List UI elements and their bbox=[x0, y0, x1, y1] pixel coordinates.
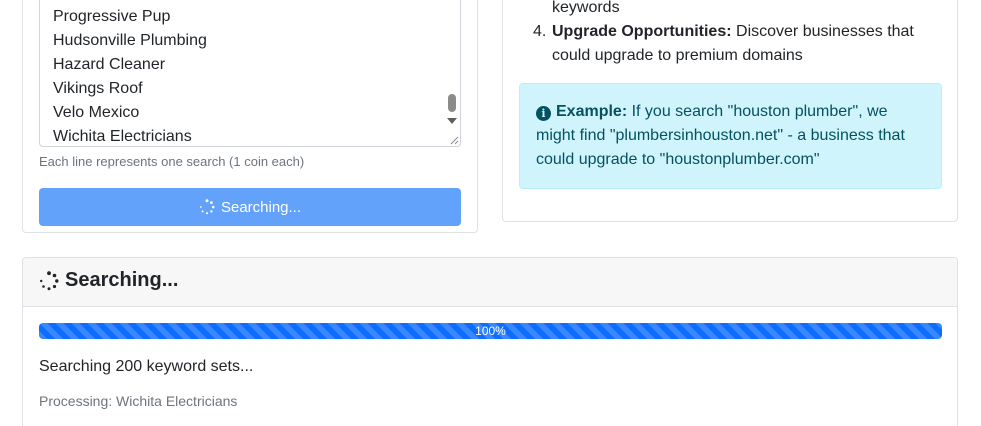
keyword-line: Hazard Cleaner bbox=[53, 56, 166, 73]
search-button[interactable]: Searching... bbox=[39, 188, 461, 226]
keywords-textarea[interactable]: Progressive Pup Hudsonville Plumbing Haz… bbox=[39, 0, 461, 147]
list-item-text: Discover businesses that bbox=[736, 23, 914, 40]
example-text-3: could upgrade to "houstonplumber.com" bbox=[536, 151, 820, 168]
search-status-title: Searching... bbox=[39, 269, 178, 292]
search-status-card: Searching... 100% Searching 200 keyword … bbox=[22, 257, 958, 426]
spinner-icon bbox=[40, 270, 59, 290]
keywords-card: Progressive Pup Hudsonville Plumbing Haz… bbox=[22, 0, 478, 233]
instructions-card: keywords 4. Upgrade Opportunities: Disco… bbox=[502, 0, 958, 222]
resize-grip-icon[interactable] bbox=[449, 135, 459, 145]
search-status-header: Searching... bbox=[23, 258, 957, 307]
list-item-continuation: keywords bbox=[552, 0, 620, 16]
search-status-title-text: Searching... bbox=[65, 269, 179, 291]
keyword-line: Wichita Electricians bbox=[53, 128, 192, 145]
progress-bar-track: 100% bbox=[39, 323, 942, 339]
example-text-2: might find "plumbersinhouston.net" - a b… bbox=[536, 127, 905, 144]
keyword-line: Hudsonville Plumbing bbox=[53, 32, 207, 49]
processing-text: Processing: Wichita Electricians bbox=[39, 393, 238, 409]
status-text: Searching 200 keyword sets... bbox=[39, 358, 254, 375]
list-item-number: 4. bbox=[533, 23, 547, 40]
keyword-line: Vikings Roof bbox=[53, 80, 143, 97]
keyword-line: Velo Mexico bbox=[53, 104, 140, 121]
example-label: Example: bbox=[556, 103, 628, 120]
scroll-down-arrow-icon[interactable] bbox=[447, 118, 457, 124]
keywords-help-text: Each line represents one search (1 coin … bbox=[39, 154, 305, 169]
example-text-1: If you search "houston plumber", we bbox=[631, 103, 888, 120]
search-button-label: Searching... bbox=[220, 198, 302, 216]
list-item-title: Upgrade Opportunities: bbox=[552, 23, 732, 40]
example-line-1: i Example: If you search "houston plumber… bbox=[536, 100, 888, 124]
keyword-line: Progressive Pup bbox=[53, 8, 171, 25]
spinner-icon bbox=[199, 199, 215, 215]
keywords-lines: Progressive Pup Hudsonville Plumbing Haz… bbox=[53, 5, 207, 146]
progress-bar-fill: 100% bbox=[39, 323, 942, 339]
list-item-text-cont: could upgrade to premium domains bbox=[552, 47, 803, 64]
scroll-thumb[interactable] bbox=[448, 94, 456, 112]
textarea-scrollbar[interactable] bbox=[446, 0, 458, 133]
info-icon: i bbox=[536, 106, 551, 121]
example-alert: i Example: If you search "houston plumber… bbox=[519, 83, 942, 189]
